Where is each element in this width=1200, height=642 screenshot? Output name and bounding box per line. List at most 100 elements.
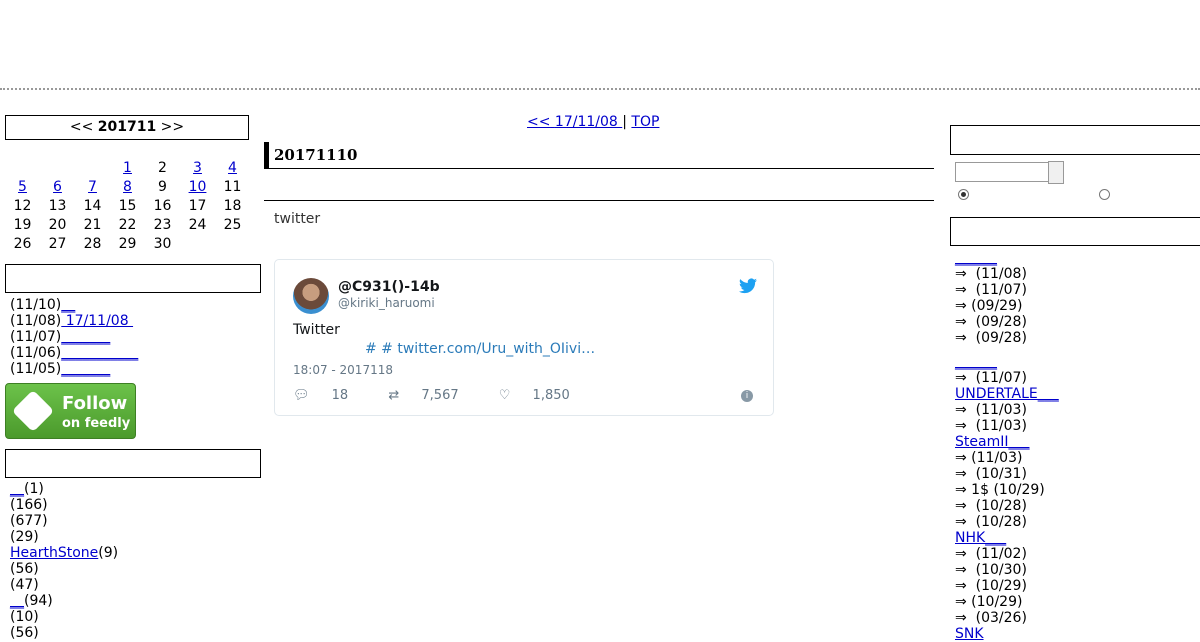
calendar-day[interactable]: 5 (5, 178, 40, 197)
search-input[interactable] (955, 162, 1049, 182)
related-group-link[interactable]: NHK___ (955, 530, 1006, 546)
related-entry[interactable]: ⇒ (10/28) (955, 514, 1059, 530)
calendar-day: 17 (188, 198, 207, 214)
tweet-text: Twitter (293, 322, 340, 338)
calendar-day[interactable]: 6 (40, 178, 75, 197)
list-item: __(1) (10, 481, 118, 497)
calendar-day: 27 (48, 236, 67, 252)
calendar-day: 16 (153, 198, 172, 214)
like-button[interactable]: ♡ 1,850 (499, 388, 588, 403)
entry-link[interactable]: _______ (61, 329, 110, 345)
retweet-button[interactable]: ⇄ 7,567 (388, 388, 476, 403)
related-entry[interactable]: ⇒ (11/03) (955, 418, 1059, 434)
calendar-day: 29 (118, 236, 137, 252)
search-button[interactable] (1048, 161, 1064, 184)
category-link[interactable]: __ (10, 593, 24, 609)
calendar-day: 22 (118, 217, 137, 233)
list-item: (11/10)__ (10, 297, 138, 313)
calendar-day: 23 (153, 217, 172, 233)
calendar-day: 11 (223, 179, 242, 195)
calendar-day[interactable]: 8 (110, 178, 145, 197)
list-item: (11/05)_______ (10, 361, 138, 377)
entry-link[interactable]: 17/11/08 (61, 313, 133, 329)
related-entry[interactable]: ⇒ (09/28) (955, 330, 1059, 346)
related-entry[interactable]: ⇒ (10/28) (955, 498, 1059, 514)
reply-count: 18 (331, 388, 349, 403)
entry-link[interactable]: __ (61, 297, 75, 313)
calendar-prev-link[interactable]: << (70, 119, 93, 135)
search-radio-2[interactable] (1099, 189, 1110, 200)
prev-entry-link[interactable]: << 17/11/08 (527, 114, 622, 130)
related-group-link[interactable]: SNK (955, 626, 984, 642)
related-group-head: ______ (955, 354, 1059, 370)
related-entry[interactable]: ⇒ (10/29) (955, 594, 1059, 610)
calendar-day[interactable]: 7 (75, 178, 110, 197)
related-group-head: SteamII___ (955, 434, 1059, 450)
entry-link[interactable]: _______ (61, 361, 110, 377)
related-group-link[interactable]: ______ (955, 250, 997, 266)
list-item: (166) (10, 497, 118, 513)
related-group-head: UNDERTALE___ (955, 386, 1059, 402)
entry-link[interactable]: ___________ (61, 345, 138, 361)
related-entry[interactable]: ⇒ (03/26) (955, 610, 1059, 626)
list-item: (29) (10, 529, 118, 545)
reply-icon: 💬︎ (293, 388, 310, 403)
entry-date: (11/06) (10, 345, 62, 361)
list-item: (10) (10, 609, 118, 625)
top-link[interactable]: TOP (631, 114, 659, 130)
tweet-author-name[interactable]: @C931()-14b (338, 279, 440, 295)
recent-entries-list: (11/10)__ (11/08) 17/11/08 (11/07)_______… (10, 297, 138, 377)
tweet-timestamp[interactable]: 18:07 - 2017118 (293, 363, 393, 377)
related-entry[interactable]: ⇒ (10/30) (955, 562, 1059, 578)
retweet-icon: ⇄ (388, 388, 400, 403)
related-entry[interactable]: ⇒ (11/07) (955, 282, 1059, 298)
info-icon[interactable]: i (741, 390, 753, 402)
tweet-author-handle[interactable]: @kiriki_haruomi (338, 296, 435, 310)
search-radio-1[interactable] (958, 189, 969, 200)
tweet-link[interactable]: # # twitter.com/Uru_with_OIivi… (365, 341, 595, 357)
calendar-day[interactable]: 10 (180, 178, 215, 197)
related-entry[interactable]: ⇒ (11/03) (955, 450, 1059, 466)
calendar-day[interactable]: 3 (180, 159, 215, 178)
category-count: (56) (10, 625, 39, 641)
category-link[interactable]: __ (10, 481, 24, 497)
related-entry[interactable]: ⇒ (10/29) (955, 578, 1059, 594)
list-item: (47) (10, 577, 118, 593)
category-link[interactable]: HearthStone (10, 545, 98, 561)
category-count: (9) (98, 545, 119, 561)
follow-feedly-button[interactable]: Follow on feedly (5, 383, 136, 439)
related-entry[interactable]: ⇒ (09/29) (955, 298, 1059, 314)
related-group-link[interactable]: SteamII___ (955, 434, 1029, 450)
calendar-day: 30 (153, 236, 172, 252)
related-group-link[interactable]: UNDERTALE___ (955, 386, 1059, 402)
list-item: (11/07)_______ (10, 329, 138, 345)
feedly-line1: Follow (62, 393, 128, 414)
category-count: (56) (10, 561, 39, 577)
list-item: __(94) (10, 593, 118, 609)
twitter-bird-icon[interactable] (739, 278, 757, 294)
reply-button[interactable]: 💬︎ 18 (293, 388, 366, 403)
category-count: (677) (10, 513, 48, 529)
entry-separator (264, 200, 934, 201)
categories-list: __(1) (166) (677) (29) HearthStone(9) (56) (47… (10, 481, 118, 641)
calendar-day: 25 (223, 217, 242, 233)
calendar-day: 20 (48, 217, 67, 233)
calendar-day: 21 (83, 217, 102, 233)
calendar-month: 201711 (97, 119, 157, 135)
related-entry[interactable]: ⇒ (11/03) (955, 402, 1059, 418)
related-entry[interactable]: ⇒ (11/08) (955, 266, 1059, 282)
related-entry[interactable]: ⇒ (10/31) (955, 466, 1059, 482)
calendar-next-link[interactable]: >> (161, 119, 184, 135)
calendar-day[interactable]: 1 (110, 159, 145, 178)
avatar[interactable] (293, 278, 329, 314)
embedded-tweet[interactable]: @C931()-14b @kiriki_haruomi Twitter # # … (274, 259, 774, 416)
related-entry[interactable]: ⇒ 1$ (10/29) (955, 482, 1059, 498)
calendar-day: 13 (48, 198, 67, 214)
related-entry[interactable]: ⇒ (09/28) (955, 314, 1059, 330)
calendar-day[interactable]: 4 (215, 159, 250, 178)
calendar-day: 14 (83, 198, 102, 214)
related-group-link[interactable]: ______ (955, 354, 997, 370)
related-entry[interactable]: ⇒ (11/02) (955, 546, 1059, 562)
related-entry[interactable]: ⇒ (11/07) (955, 370, 1059, 386)
